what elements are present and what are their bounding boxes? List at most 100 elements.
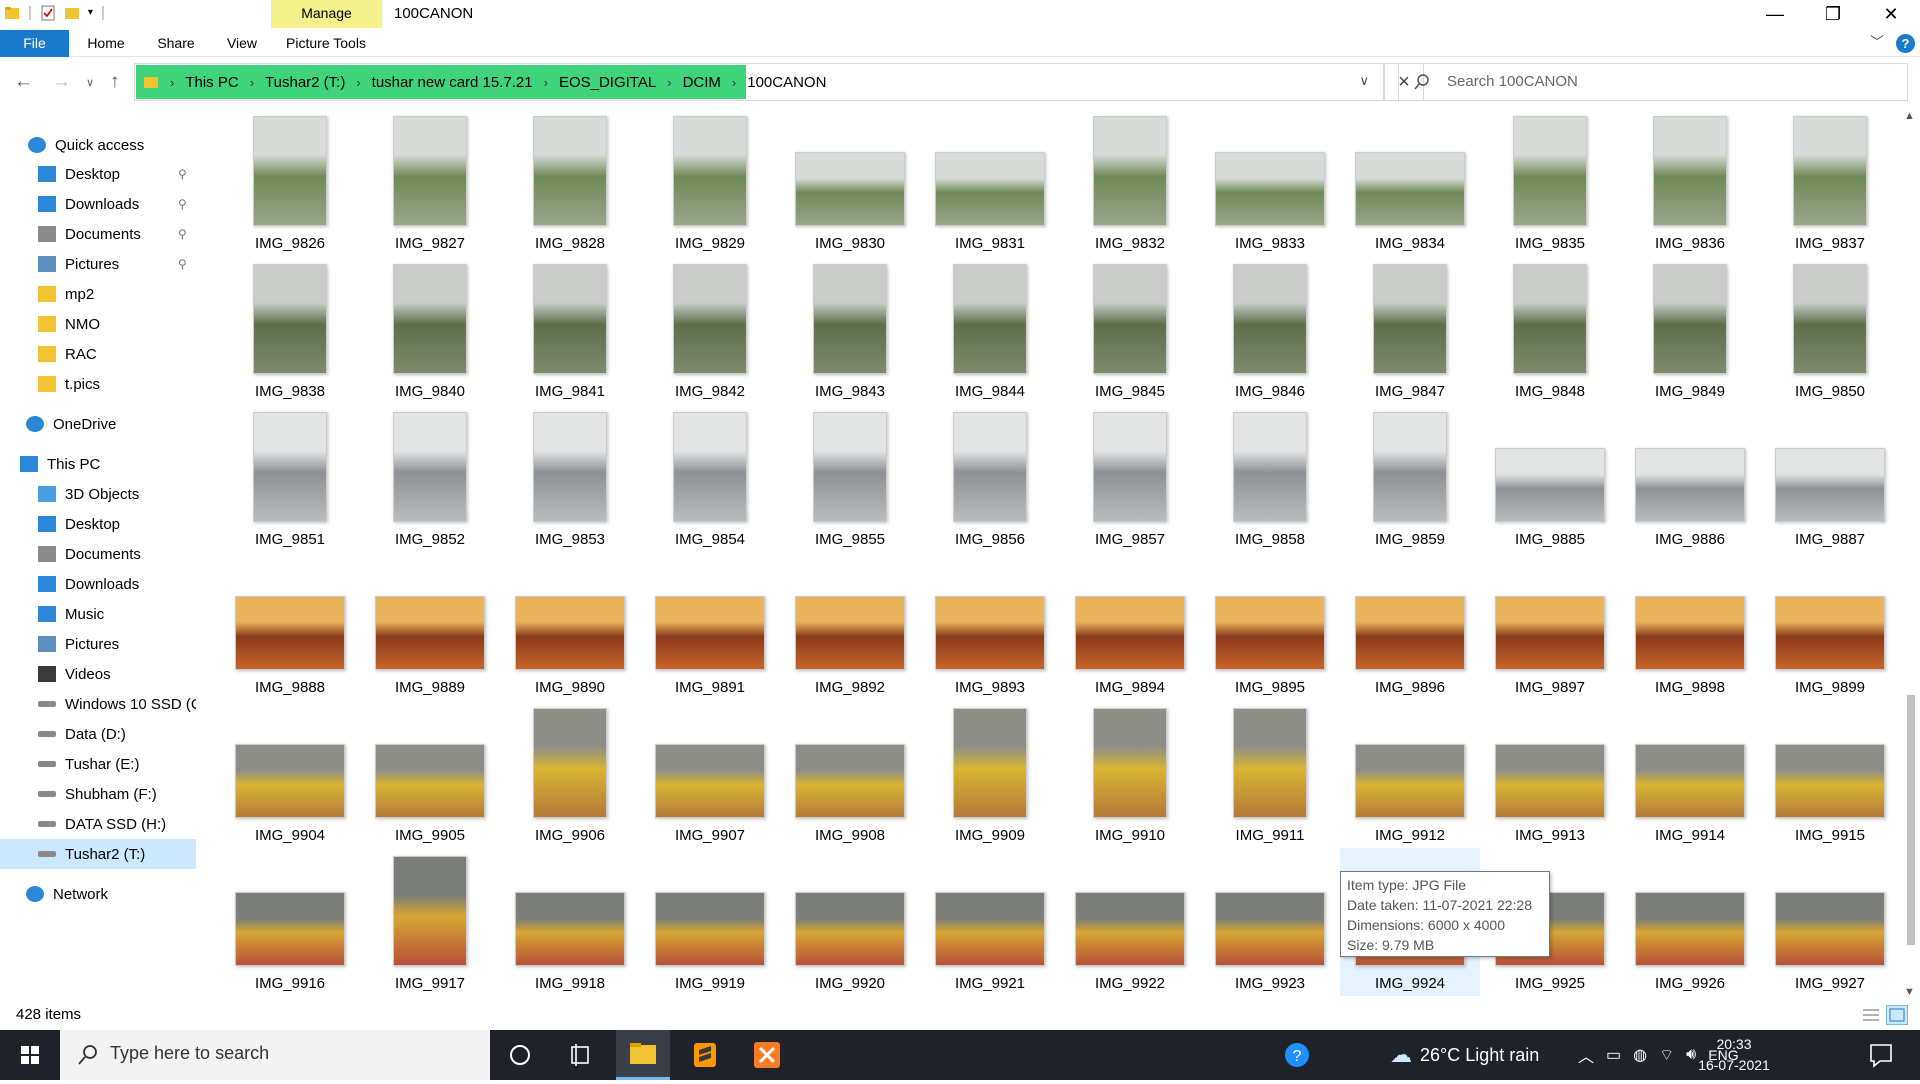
file-item[interactable]: IMG_9921 (920, 848, 1060, 996)
file-item[interactable]: IMG_9841 (500, 256, 640, 404)
battery-icon[interactable]: ▭ (1606, 1045, 1621, 1065)
vertical-scrollbar[interactable]: ▲ ▼ (1900, 108, 1920, 1000)
nav-item[interactable]: RAC (0, 339, 196, 369)
nav-item[interactable]: Documents (0, 539, 196, 569)
file-item[interactable]: IMG_9888 (220, 552, 360, 700)
file-item[interactable]: IMG_9840 (360, 256, 500, 404)
file-item[interactable]: IMG_9912 (1340, 700, 1480, 848)
help-icon[interactable]: ? (1896, 34, 1915, 53)
nav-item[interactable]: Tushar2 (T:) (0, 839, 196, 869)
cortana-icon[interactable] (493, 1030, 547, 1080)
file-item[interactable]: IMG_9837 (1760, 108, 1900, 256)
file-item[interactable]: IMG_9849 (1620, 256, 1760, 404)
nav-item[interactable]: Desktop ⚲ (0, 159, 196, 189)
nav-item[interactable]: OneDrive (0, 409, 196, 439)
nav-item[interactable]: NMO (0, 309, 196, 339)
help-tips-icon[interactable]: ? (1270, 1030, 1324, 1080)
task-view-icon[interactable] (553, 1030, 607, 1080)
file-item[interactable]: IMG_9833 (1200, 108, 1340, 256)
file-item[interactable]: IMG_9891 (640, 552, 780, 700)
file-item[interactable]: IMG_9830 (780, 108, 920, 256)
nav-item[interactable]: This PC (0, 449, 196, 479)
pin-icon[interactable]: ⚲ (178, 167, 187, 181)
file-item[interactable]: IMG_9915 (1760, 700, 1900, 848)
file-item[interactable]: IMG_9920 (780, 848, 920, 996)
file-item[interactable]: IMG_9916 (220, 848, 360, 996)
breadcrumb-item[interactable]: 100CANON (747, 74, 826, 91)
nav-item[interactable]: DATA SSD (H:) (0, 809, 196, 839)
file-item[interactable]: IMG_9853 (500, 404, 640, 552)
close-icon[interactable]: ✕ (1862, 0, 1920, 30)
pin-icon[interactable]: ⚲ (178, 197, 187, 211)
nav-item[interactable]: Tushar (E:) (0, 749, 196, 779)
file-item[interactable]: IMG_9827 (360, 108, 500, 256)
file-item[interactable]: IMG_9906 (500, 700, 640, 848)
scroll-thumb[interactable] (1907, 695, 1915, 945)
customize-toolbar-icon[interactable]: ▾ (88, 7, 93, 18)
pin-icon[interactable]: ⚲ (178, 257, 187, 271)
file-item[interactable]: IMG_9890 (500, 552, 640, 700)
taskbar-search[interactable]: Type here to search (60, 1030, 490, 1080)
file-item[interactable]: IMG_9917 (360, 848, 500, 996)
show-hidden-icons-icon[interactable]: ︿ (1578, 1043, 1594, 1067)
file-item[interactable]: IMG_9885 (1480, 404, 1620, 552)
file-item[interactable]: IMG_9836 (1620, 108, 1760, 256)
file-item[interactable]: IMG_9850 (1760, 256, 1900, 404)
nav-item[interactable]: Music (0, 599, 196, 629)
file-item[interactable]: IMG_9927 (1760, 848, 1900, 996)
file-item[interactable]: IMG_9846 (1200, 256, 1340, 404)
file-item[interactable]: IMG_9909 (920, 700, 1060, 848)
details-view-icon[interactable] (1860, 1005, 1882, 1025)
file-item[interactable]: IMG_9913 (1480, 700, 1620, 848)
file-item[interactable]: IMG_9910 (1060, 700, 1200, 848)
file-item[interactable]: IMG_9926 (1620, 848, 1760, 996)
nav-item[interactable]: Videos (0, 659, 196, 689)
nav-item[interactable]: Documents ⚲ (0, 219, 196, 249)
file-item[interactable]: IMG_9857 (1060, 404, 1200, 552)
file-item[interactable]: IMG_9852 (360, 404, 500, 552)
xampp-icon[interactable] (740, 1030, 794, 1080)
file-item[interactable]: IMG_9914 (1620, 700, 1760, 848)
file-item[interactable]: IMG_9894 (1060, 552, 1200, 700)
file-item[interactable]: IMG_9851 (220, 404, 360, 552)
address-bar[interactable]: › This PC › Tushar2 (T:) › tushar new card… (134, 63, 1384, 101)
file-item[interactable]: IMG_9826 (220, 108, 360, 256)
file-item[interactable]: IMG_9855 (780, 404, 920, 552)
tab-home[interactable]: Home (84, 30, 128, 57)
nav-item[interactable]: Downloads (0, 569, 196, 599)
tab-file[interactable]: File (0, 30, 69, 57)
tab-view[interactable]: View (222, 30, 262, 57)
weather-widget[interactable]: ☁ 26°C Light rain (1390, 1030, 1539, 1080)
sublime-text-icon[interactable] (678, 1030, 732, 1080)
file-item[interactable]: IMG_9834 (1340, 108, 1480, 256)
breadcrumb-item[interactable]: DCIM (683, 74, 721, 91)
file-item[interactable]: IMG_9904 (220, 700, 360, 848)
file-item[interactable]: IMG_9847 (1340, 256, 1480, 404)
file-item[interactable]: IMG_9889 (360, 552, 500, 700)
breadcrumb-item[interactable]: EOS_DIGITAL (559, 74, 656, 91)
file-item[interactable]: IMG_9848 (1480, 256, 1620, 404)
address-dropdown-icon[interactable]: ∨ (1359, 73, 1369, 89)
nav-item[interactable]: Network (0, 879, 196, 909)
wifi-icon[interactable]: ⌔ (1659, 1045, 1674, 1065)
properties-icon[interactable] (40, 5, 56, 21)
nav-item[interactable]: Pictures ⚲ (0, 249, 196, 279)
file-item[interactable]: IMG_9842 (640, 256, 780, 404)
file-item[interactable]: IMG_9922 (1060, 848, 1200, 996)
minimize-icon[interactable]: — (1746, 0, 1804, 30)
nav-item[interactable]: Windows 10 SSD (C (0, 689, 196, 719)
file-item[interactable]: IMG_9918 (500, 848, 640, 996)
scroll-down-icon[interactable]: ▼ (1904, 986, 1915, 998)
file-item[interactable]: IMG_9898 (1620, 552, 1760, 700)
file-item[interactable]: IMG_9908 (780, 700, 920, 848)
file-item[interactable]: IMG_9919 (640, 848, 780, 996)
nav-item[interactable]: Pictures (0, 629, 196, 659)
nav-item[interactable]: Downloads ⚲ (0, 189, 196, 219)
nav-item[interactable]: 3D Objects (0, 479, 196, 509)
file-item[interactable]: IMG_9911 (1200, 700, 1340, 848)
restore-icon[interactable]: ❐ (1804, 0, 1862, 30)
scroll-up-icon[interactable]: ▲ (1904, 110, 1915, 122)
file-item[interactable]: IMG_9896 (1340, 552, 1480, 700)
nav-item[interactable]: Desktop (0, 509, 196, 539)
forward-arrow-icon[interactable]: → (52, 71, 71, 93)
